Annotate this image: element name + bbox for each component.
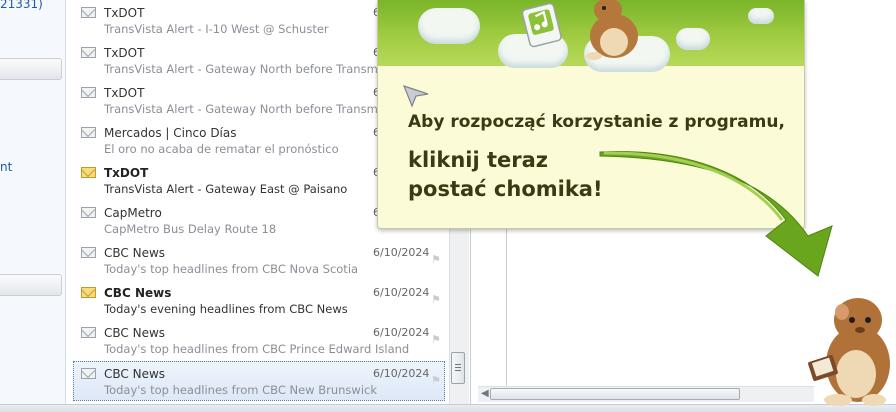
envelope-icon bbox=[81, 368, 96, 379]
flag-icon[interactable]: ⚑ bbox=[431, 294, 443, 306]
horizontal-scrollbar-thumb[interactable] bbox=[490, 388, 740, 400]
message-sender: TxDOT bbox=[104, 46, 145, 60]
message-sender: CBC News bbox=[104, 326, 166, 340]
message-sender: TxDOT bbox=[104, 6, 145, 20]
envelope-icon bbox=[81, 87, 96, 98]
envelope-icon bbox=[81, 207, 96, 218]
green-arrow-icon bbox=[599, 151, 833, 277]
cloud-decoration bbox=[676, 28, 710, 50]
folder-pane: 21331) nt bbox=[0, 0, 66, 404]
cloud-decoration bbox=[748, 8, 774, 24]
message-sender: Mercados | Cinco Días bbox=[104, 126, 237, 140]
message-sender: CBC News bbox=[104, 367, 166, 381]
folder-count-fragment: 21331) bbox=[0, 0, 43, 11]
envelope-icon bbox=[81, 47, 96, 58]
message-subject: TransVista Alert - Gateway North before … bbox=[104, 102, 400, 116]
message-sender: CBC News bbox=[104, 246, 166, 260]
message-date: 6/10/2024 bbox=[373, 367, 430, 380]
promo-cta-line-1: kliknij teraz bbox=[408, 148, 549, 172]
message-subject: Today's top headlines from CBC Nova Scot… bbox=[104, 262, 359, 276]
message-row-selected[interactable]: CBC News Today's top headlines from CBC … bbox=[73, 361, 445, 401]
envelope-icon bbox=[81, 127, 96, 138]
envelope-icon bbox=[81, 327, 96, 338]
scrollbar-thumb[interactable] bbox=[451, 352, 465, 384]
message-subject: TransVista Alert - Gateway North before … bbox=[104, 62, 400, 76]
message-row[interactable]: CBC News Today's top headlines from CBC … bbox=[73, 320, 445, 360]
flag-icon[interactable]: ⚑ bbox=[431, 375, 443, 387]
message-sender: TxDOT bbox=[104, 86, 145, 100]
message-row[interactable]: CBC News Today's top headlines from CBC … bbox=[73, 240, 445, 280]
unread-envelope-icon bbox=[81, 167, 96, 178]
message-subject: TransVista Alert - I-10 West @ Schuster bbox=[104, 22, 329, 36]
status-bar bbox=[0, 404, 896, 412]
promo-banner bbox=[378, 0, 804, 72]
message-row[interactable]: CBC News Today's evening headlines from … bbox=[73, 280, 445, 320]
unread-envelope-icon bbox=[81, 287, 96, 298]
message-date: 6/10/2024 bbox=[373, 286, 430, 299]
message-sender: TxDOT bbox=[104, 166, 149, 180]
cursor-icon bbox=[402, 85, 429, 108]
scroll-left-icon[interactable]: ◀ bbox=[481, 388, 489, 399]
message-subject: El oro no acaba de rematar el pronóstico bbox=[104, 142, 339, 156]
message-subject: Today's top headlines from CBC New Bruns… bbox=[104, 383, 378, 397]
music-note-icon bbox=[521, 2, 562, 48]
cloud-decoration bbox=[418, 8, 480, 44]
message-subject: CapMetro Bus Delay Route 18 bbox=[104, 222, 277, 236]
message-sender: CapMetro bbox=[104, 206, 162, 220]
hamster-icon[interactable] bbox=[578, 0, 648, 62]
envelope-icon bbox=[81, 247, 96, 258]
hamster-icon[interactable] bbox=[800, 290, 896, 408]
folder-group-header[interactable] bbox=[0, 58, 62, 80]
flag-icon[interactable]: ⚑ bbox=[431, 334, 443, 346]
message-sender: CBC News bbox=[104, 286, 172, 300]
message-subject: TransVista Alert - Gateway East @ Paisan… bbox=[104, 182, 348, 196]
folder-group-header-2[interactable] bbox=[0, 274, 62, 296]
message-date: 6/10/2024 bbox=[373, 326, 430, 339]
folder-link-fragment[interactable]: nt bbox=[0, 160, 12, 174]
flag-icon[interactable]: ⚑ bbox=[431, 254, 443, 266]
promo-instruction: Aby rozpocząć korzystanie z programu, bbox=[408, 112, 785, 132]
message-subject: Today's top headlines from CBC Prince Ed… bbox=[104, 342, 410, 356]
promo-call-to-action[interactable]: kliknij teraz postać chomika! bbox=[408, 146, 603, 204]
message-subject: Today's evening headlines from CBC News bbox=[104, 302, 348, 316]
message-date: 6/10/2024 bbox=[373, 246, 430, 259]
envelope-icon bbox=[81, 7, 96, 18]
promo-cta-line-2: postać chomika! bbox=[408, 177, 603, 201]
